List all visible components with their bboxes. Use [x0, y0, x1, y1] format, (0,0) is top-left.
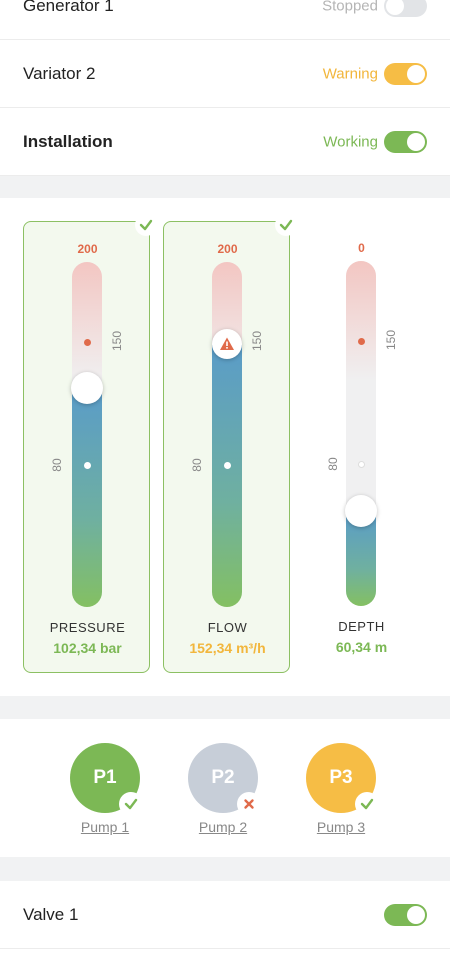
threshold-marker: [84, 462, 91, 469]
pump-1[interactable]: P1 Pump 1: [69, 743, 143, 835]
threshold-marker: [84, 339, 91, 346]
status-label: Working: [323, 133, 378, 150]
row-valve-1[interactable]: Valve 1: [0, 881, 450, 949]
pump-id: P3: [329, 767, 353, 788]
check-icon: [355, 792, 379, 816]
warning-icon[interactable]: [212, 329, 242, 359]
status-label: Warning: [322, 65, 378, 82]
toggle-knob: [386, 0, 404, 15]
threshold-marker: [358, 461, 365, 468]
gauge-danger-zone: [346, 261, 376, 381]
gauge-low-label: 80: [326, 457, 340, 471]
gauge-track: [212, 262, 242, 607]
toggle-switch[interactable]: [384, 130, 427, 153]
gauge-max-label: 200: [77, 242, 98, 256]
gauge-value: 60,34 m: [335, 639, 388, 655]
gauge-danger-zone: [72, 262, 102, 382]
gauge-name: FLOW: [207, 620, 248, 635]
check-icon: [135, 214, 157, 236]
gauge-fill: [212, 344, 242, 607]
threshold-marker: [358, 338, 365, 345]
pump-link[interactable]: Pump 2: [187, 819, 259, 835]
gauge-max-label: 200: [217, 242, 238, 256]
gauge-mid-label: 150: [250, 330, 264, 352]
status-label: Stopped: [322, 0, 378, 14]
section-divider: [0, 176, 450, 198]
toggle-knob: [407, 132, 425, 151]
row-name: Installation: [23, 131, 113, 151]
gauge-flow[interactable]: 200 150 80 FLOW 152,34 m³/h: [163, 214, 297, 673]
pump-link[interactable]: Pump 3: [305, 819, 377, 835]
gauge-track: [346, 261, 376, 606]
pump-id: P1: [93, 767, 117, 788]
pump-id: P2: [211, 767, 235, 788]
gauge-mid-label: 150: [384, 329, 398, 351]
row-name: Valve 1: [23, 904, 79, 924]
pumps-panel: P1 Pump 1 P2 Pump 2 P3 Pump 3: [0, 719, 450, 857]
row-variator-2[interactable]: Variator 2 Warning: [0, 40, 450, 108]
gauge-mid-label: 150: [110, 330, 124, 352]
gauge-low-label: 80: [50, 458, 64, 472]
gauge-fill: [72, 389, 102, 607]
slider-handle[interactable]: [345, 495, 377, 527]
gauge-pressure[interactable]: 200 150 80 PRESSURE 102,34 bar: [23, 214, 157, 673]
toggle-switch[interactable]: [384, 903, 427, 926]
pump-link[interactable]: Pump 1: [69, 819, 141, 835]
gauge-name: DEPTH: [338, 619, 385, 634]
row-name: Variator 2: [23, 63, 96, 83]
gauge-low-label: 80: [190, 458, 204, 472]
gauge-depth[interactable]: 0 150 80 DEPTH 60,34 m: [298, 221, 425, 673]
section-divider: [0, 857, 450, 881]
toggle-knob: [407, 64, 425, 83]
section-divider: [0, 696, 450, 719]
row-generator-1[interactable]: Generator 1 Stopped: [0, 0, 450, 40]
gauge-track: [72, 262, 102, 607]
gauge-value: 102,34 bar: [53, 640, 122, 656]
pump-avatar[interactable]: P2: [188, 743, 261, 816]
pump-avatar[interactable]: P3: [306, 743, 379, 816]
pump-2[interactable]: P2 Pump 2: [187, 743, 261, 835]
gauge-name: PRESSURE: [49, 620, 126, 635]
check-icon: [275, 214, 297, 236]
pump-3[interactable]: P3 Pump 3: [305, 743, 379, 835]
slider-handle[interactable]: [71, 372, 103, 404]
toggle-switch[interactable]: [384, 0, 427, 17]
check-icon: [119, 792, 143, 816]
screen: Generator 1 Stopped Variator 2 Warning I…: [0, 0, 450, 975]
toggle-knob: [407, 905, 425, 924]
close-icon: [237, 792, 261, 816]
pump-avatar[interactable]: P1: [70, 743, 143, 816]
gauges-panel: 200 150 80 PRESSURE 102,34 bar 200 150 8…: [0, 198, 450, 696]
gauge-max-label: 0: [358, 241, 365, 255]
row-name: Generator 1: [23, 0, 114, 15]
gauge-value: 152,34 m³/h: [189, 640, 266, 656]
toggle-switch[interactable]: [384, 62, 427, 85]
row-installation[interactable]: Installation Working: [0, 108, 450, 176]
threshold-marker: [224, 462, 231, 469]
